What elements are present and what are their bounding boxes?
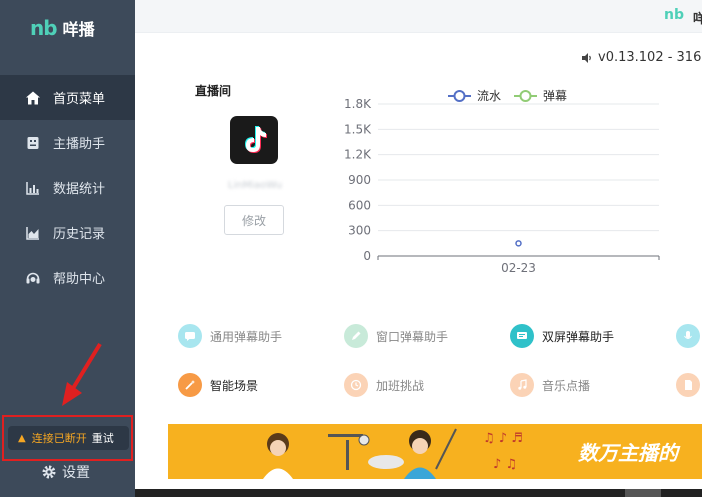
tool-music-request[interactable]: 音乐点播 bbox=[510, 373, 590, 397]
sidebar-item-history[interactable]: 历史记录 bbox=[0, 210, 135, 255]
tool-label: 音乐点播 bbox=[542, 378, 591, 393]
music-icon bbox=[510, 373, 534, 397]
room-username: LinMiaoWu bbox=[227, 180, 283, 191]
annotation-arrow bbox=[62, 342, 102, 406]
tool-label: 窗口弹幕助手 bbox=[376, 329, 449, 344]
y-tick-label: 900 bbox=[348, 173, 371, 187]
sidebar-item-home[interactable]: 首页菜单 bbox=[0, 75, 135, 120]
tool-general-danmaku[interactable]: 通用弹幕助手 bbox=[178, 324, 282, 348]
sidebar: nb 咩播 首页菜单 主播助手 数据统计 历史记录 帮助中心 ▲ 连接已断开 重… bbox=[0, 0, 135, 497]
version-info: v0.13.102 - 316 bbox=[582, 50, 701, 65]
connection-highlight: ▲ 连接已断开 重试 bbox=[2, 415, 133, 461]
revenue-danmaku-chart: 0 300 600 900 1.2K 1.5K 1.8K 02-23 流水 弹幕 bbox=[344, 89, 660, 275]
tool-music-file[interactable] bbox=[676, 373, 702, 397]
tool-overtime-challenge[interactable]: 加班挑战 bbox=[344, 373, 424, 397]
sidebar-item-label: 首页菜单 bbox=[53, 92, 106, 107]
top-bar: nb 咩 bbox=[135, 0, 702, 33]
sidebar-item-label: 历史记录 bbox=[53, 227, 106, 242]
banner-slogan: 数万主播的 bbox=[578, 441, 678, 465]
y-tick-label: 300 bbox=[348, 224, 371, 238]
gear-icon bbox=[41, 464, 57, 480]
robot-icon bbox=[24, 134, 42, 152]
tool-voice[interactable] bbox=[676, 324, 702, 348]
y-tick-label: 600 bbox=[348, 198, 371, 212]
version-text: v0.13.102 - 316 bbox=[598, 50, 702, 65]
header-name: 咩 bbox=[693, 12, 702, 27]
sidebar-item-label: 数据统计 bbox=[53, 182, 106, 197]
settings-label: 设置 bbox=[62, 465, 90, 481]
tool-window-danmaku[interactable]: 窗口弹幕助手 bbox=[344, 324, 448, 348]
legend-marker bbox=[453, 90, 466, 102]
headset-icon bbox=[24, 269, 42, 287]
y-tick-label: 1.5K bbox=[344, 122, 372, 136]
bottom-strip bbox=[135, 489, 702, 497]
tool-label: 加班挑战 bbox=[376, 378, 425, 393]
sidebar-item-assistant[interactable]: 主播助手 bbox=[0, 120, 135, 165]
connection-status-text: 连接已断开 bbox=[31, 432, 87, 445]
area-chart-icon bbox=[24, 224, 42, 242]
chat-icon bbox=[178, 324, 202, 348]
sidebar-item-label: 帮助中心 bbox=[53, 272, 106, 287]
speaker-icon bbox=[582, 52, 593, 63]
legend-marker bbox=[519, 90, 532, 102]
clock-icon bbox=[344, 373, 368, 397]
brand-logo: nb bbox=[30, 16, 58, 40]
tiktok-icon bbox=[230, 116, 278, 164]
y-tick-label: 1.2K bbox=[344, 148, 372, 162]
tool-smart-scene[interactable]: 智能场景 bbox=[178, 373, 258, 397]
svg-text:♪ ♫: ♪ ♫ bbox=[493, 457, 517, 472]
home-icon bbox=[24, 89, 42, 107]
legend-label: 流水 bbox=[477, 89, 501, 103]
mic-icon bbox=[676, 324, 700, 348]
brand-name: 咩播 bbox=[62, 20, 95, 39]
music-file-icon bbox=[676, 373, 700, 397]
pen-icon bbox=[344, 324, 368, 348]
warning-icon: ▲ bbox=[18, 432, 26, 444]
sidebar-item-stats[interactable]: 数据统计 bbox=[0, 165, 135, 210]
retry-link[interactable]: 重试 bbox=[92, 430, 114, 446]
sidebar-nav: 首页菜单 主播助手 数据统计 历史记录 帮助中心 bbox=[0, 75, 135, 300]
tool-dual-screen-danmaku[interactable]: 双屏弹幕助手 bbox=[510, 324, 614, 348]
header-logo: nb bbox=[664, 7, 684, 23]
svg-text:♫ ♪ ♬: ♫ ♪ ♬ bbox=[483, 431, 523, 446]
brand: nb 咩播 bbox=[30, 16, 95, 40]
y-tick-label: 0 bbox=[363, 249, 371, 263]
sidebar-item-help[interactable]: 帮助中心 bbox=[0, 255, 135, 300]
series-point-0 bbox=[515, 240, 522, 247]
settings-button[interactable]: 设置 bbox=[41, 462, 90, 482]
bar-chart-icon bbox=[24, 179, 42, 197]
edit-button[interactable]: 修改 bbox=[224, 205, 284, 235]
screen-icon bbox=[510, 324, 534, 348]
sidebar-item-label: 主播助手 bbox=[53, 137, 106, 152]
connection-status: ▲ 连接已断开 重试 bbox=[8, 426, 129, 450]
legend-label: 弹幕 bbox=[543, 89, 567, 103]
live-room-label: 直播间 bbox=[195, 84, 232, 98]
tool-label: 通用弹幕助手 bbox=[210, 329, 283, 344]
magic-wand-icon bbox=[178, 373, 202, 397]
tool-label: 智能场景 bbox=[210, 378, 259, 393]
tool-label: 双屏弹幕助手 bbox=[542, 329, 615, 344]
promo-banner[interactable]: ♫ ♪ ♬ ♪ ♫ 数万主播的 bbox=[168, 424, 702, 479]
y-tick-label: 1.8K bbox=[344, 97, 372, 111]
x-tick-label: 02-23 bbox=[501, 261, 536, 275]
